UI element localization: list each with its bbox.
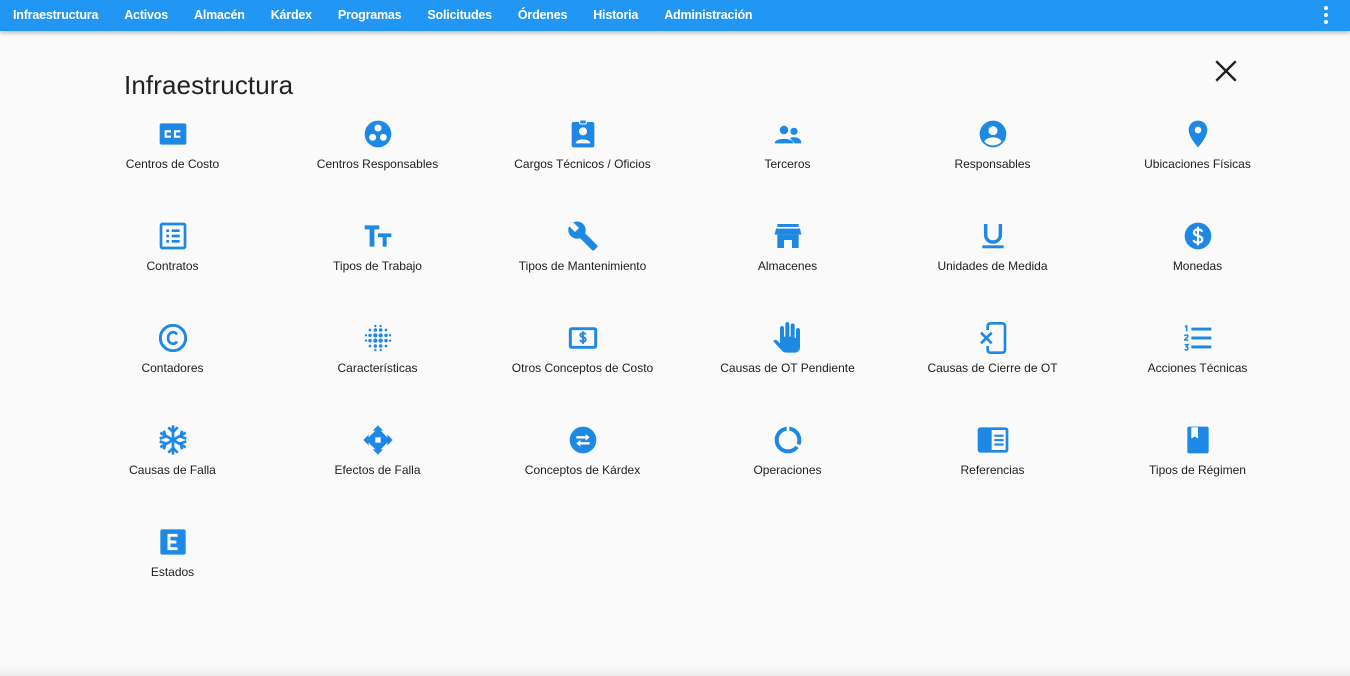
tile-label: Tipos de Régimen xyxy=(1149,463,1246,477)
tile-label: Monedas xyxy=(1172,259,1223,273)
tile-label: Tipos de Mantenimiento xyxy=(518,259,647,273)
badge-icon xyxy=(571,119,594,148)
cc-icon xyxy=(159,123,186,145)
nav-item-historia[interactable]: Historia xyxy=(580,0,651,31)
page-title: Infraestructura xyxy=(124,70,294,101)
top-navigation-bar: Infraestructura Activos Almacén Kárdex P… xyxy=(0,0,1350,31)
catalog-grid: Centros de Costo Centros Responsables Ca… xyxy=(70,110,1300,620)
tile-centros-de-costo[interactable]: Centros de Costo xyxy=(70,110,275,212)
tile-contratos[interactable]: Contratos xyxy=(70,212,275,314)
close-icon[interactable] xyxy=(1213,58,1239,84)
tile-label: Unidades de Medida xyxy=(937,259,1048,273)
tile-label: Contadores xyxy=(141,361,204,375)
tile-label: Cargos Técnicos / Oficios xyxy=(514,157,651,171)
tile-label: Acciones Técnicas xyxy=(1147,361,1248,375)
tile-label: Características xyxy=(337,361,418,375)
tile-unidades-de-medida[interactable]: Unidades de Medida xyxy=(890,212,1095,314)
tile-ubicaciones-fisicas[interactable]: Ubicaciones Físicas xyxy=(1095,110,1300,212)
tile-conceptos-de-kardex[interactable]: Conceptos de Kárdex xyxy=(480,416,685,518)
nav-item-activos[interactable]: Activos xyxy=(111,0,181,31)
phone-erase-icon xyxy=(979,322,1006,354)
nav-item-programas[interactable]: Programas xyxy=(325,0,415,31)
tile-efectos-de-falla[interactable]: Efectos de Falla xyxy=(275,416,480,518)
tile-label: Terceros xyxy=(764,157,811,171)
letter-e-icon xyxy=(159,529,186,555)
blur-dots-icon xyxy=(364,324,391,352)
nav-item-almacen[interactable]: Almacén xyxy=(181,0,258,31)
tile-causas-de-falla[interactable]: Causas de Falla xyxy=(70,416,275,518)
text-size-icon xyxy=(364,225,391,247)
people-icon xyxy=(774,125,801,144)
tile-label: Tipos de Trabajo xyxy=(333,259,422,273)
tile-label: Estados xyxy=(150,565,195,579)
tile-causas-de-ot-pendiente[interactable]: Causas de OT Pendiente xyxy=(685,314,890,416)
tile-label: Otros Conceptos de Costo xyxy=(511,361,654,375)
tile-estados[interactable]: Estados xyxy=(70,518,275,620)
dollar-circle-icon xyxy=(1184,222,1211,250)
tile-otros-conceptos-de-costo[interactable]: Otros Conceptos de Costo xyxy=(480,314,685,416)
tile-operaciones[interactable]: Operaciones xyxy=(685,416,890,518)
main-nav: Infraestructura Activos Almacén Kárdex P… xyxy=(0,0,765,31)
tile-label: Contratos xyxy=(146,259,199,273)
tile-label: Centros de Costo xyxy=(125,157,220,171)
money-icon xyxy=(568,327,597,349)
group-circle-icon xyxy=(364,120,391,148)
tile-centros-responsables[interactable]: Centros Responsables xyxy=(275,110,480,212)
store-icon xyxy=(774,224,801,248)
nav-item-infraestructura[interactable]: Infraestructura xyxy=(0,0,111,31)
tile-almacenes[interactable]: Almacenes xyxy=(685,212,890,314)
tile-label: Causas de OT Pendiente xyxy=(720,361,855,375)
tile-label: Operaciones xyxy=(753,463,822,477)
nav-item-administracion[interactable]: Administración xyxy=(651,0,765,31)
hand-icon xyxy=(772,322,800,353)
nav-item-kardex[interactable]: Kárdex xyxy=(258,0,325,31)
snowflake-icon xyxy=(158,425,187,455)
tile-responsables[interactable]: Responsables xyxy=(890,110,1095,212)
location-pin-icon xyxy=(1188,120,1207,148)
tile-label: Referencias xyxy=(960,463,1025,477)
tile-contadores[interactable]: Contadores xyxy=(70,314,275,416)
tile-label: Efectos de Falla xyxy=(334,463,421,477)
tile-label: Conceptos de Kárdex xyxy=(524,463,641,477)
swap-circle-icon xyxy=(569,426,596,454)
account-circle-icon xyxy=(979,120,1006,148)
chrome-reader-icon xyxy=(977,427,1008,453)
list-alt-icon xyxy=(159,222,186,250)
donut-icon xyxy=(774,426,801,454)
tile-label: Almacenes xyxy=(757,259,818,273)
copyright-icon xyxy=(158,323,187,353)
nav-item-ordenes[interactable]: Órdenes xyxy=(505,0,580,31)
more-vert-icon[interactable] xyxy=(1320,5,1332,25)
tile-referencias[interactable]: Referencias xyxy=(890,416,1095,518)
move-arrows-icon xyxy=(362,425,393,455)
tile-tipos-de-mantenimiento[interactable]: Tipos de Mantenimiento xyxy=(480,212,685,314)
tile-cargos-tecnicos[interactable]: Cargos Técnicos / Oficios xyxy=(480,110,685,212)
tile-label: Centros Responsables xyxy=(316,157,439,171)
tile-causas-de-cierre-de-ot[interactable]: Causas de Cierre de OT xyxy=(890,314,1095,416)
tile-acciones-tecnicas[interactable]: Acciones Técnicas xyxy=(1095,314,1300,416)
underline-icon xyxy=(981,224,1004,249)
tile-tipos-de-regimen[interactable]: Tipos de Régimen xyxy=(1095,416,1300,518)
numbered-list-icon xyxy=(1183,324,1211,351)
wrench-icon xyxy=(567,221,598,251)
nav-item-solicitudes[interactable]: Solicitudes xyxy=(414,0,504,31)
tile-tipos-de-trabajo[interactable]: Tipos de Trabajo xyxy=(275,212,480,314)
tile-label: Causas de Cierre de OT xyxy=(927,361,1058,375)
tile-monedas[interactable]: Monedas xyxy=(1095,212,1300,314)
tile-label: Causas de Falla xyxy=(129,463,216,477)
book-icon xyxy=(1186,426,1209,454)
tile-label: Responsables xyxy=(954,157,1031,171)
bottom-shadow xyxy=(0,666,1350,676)
tile-label: Ubicaciones Físicas xyxy=(1144,157,1251,171)
tile-caracteristicas[interactable]: Características xyxy=(275,314,480,416)
tile-terceros[interactable]: Terceros xyxy=(685,110,890,212)
